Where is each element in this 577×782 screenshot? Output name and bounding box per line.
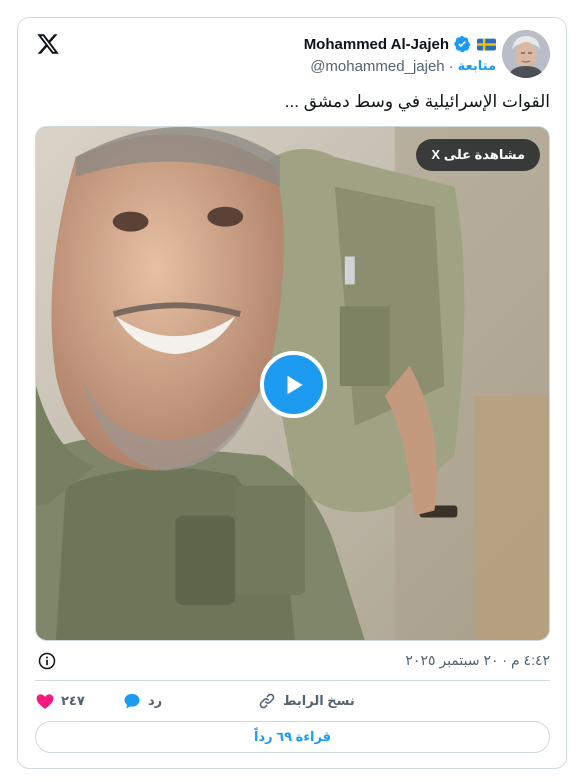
copy-link-label: نسخ الرابط bbox=[283, 693, 355, 708]
reply-bubble-icon bbox=[124, 693, 140, 709]
x-logo-icon[interactable] bbox=[36, 32, 60, 56]
play-button[interactable] bbox=[260, 351, 327, 418]
like-button[interactable]: ٢٤٧ bbox=[35, 689, 85, 713]
link-icon bbox=[259, 693, 275, 709]
play-icon bbox=[287, 375, 303, 394]
read-replies-button[interactable]: قراءة ٦٩ رداً bbox=[35, 721, 550, 753]
author-handle[interactable]: @mohammed_jajeh bbox=[310, 58, 444, 75]
follow-button[interactable]: متابعة bbox=[458, 58, 496, 74]
copy-link-button[interactable]: نسخ الرابط bbox=[257, 689, 355, 713]
watch-on-x-button[interactable]: مشاهدة على X bbox=[416, 139, 540, 171]
separator-dot: · bbox=[448, 57, 454, 75]
verified-badge-icon bbox=[454, 35, 471, 53]
author-name-row[interactable]: Mohammed Al-Jajeh bbox=[304, 34, 496, 54]
reply-button[interactable]: رد bbox=[122, 689, 162, 713]
avatar[interactable] bbox=[502, 30, 550, 78]
divider bbox=[35, 680, 550, 681]
reply-label: رد bbox=[148, 693, 163, 708]
info-icon[interactable] bbox=[37, 651, 57, 671]
video-media[interactable]: مشاهدة على X bbox=[35, 126, 550, 641]
heart-icon bbox=[36, 694, 54, 709]
tweet-actions: ٢٤٧ رد نسخ الرابط bbox=[35, 689, 550, 713]
tweet-timestamp[interactable]: ٤:٤٢ م · ٢٠ سبتمبر ٢٠٢٥ bbox=[405, 652, 550, 669]
like-count: ٢٤٧ bbox=[61, 693, 85, 708]
sweden-flag-icon bbox=[477, 38, 496, 50]
tweet-meta-row: ٤:٤٢ م · ٢٠ سبتمبر ٢٠٢٥ bbox=[35, 650, 550, 672]
embedded-tweet-card: Mohammed Al-Jajeh @mohammed_jajeh · متاب… bbox=[17, 17, 567, 769]
author-handle-row: @mohammed_jajeh · متابعة bbox=[310, 56, 496, 76]
tweet-text: القوات الإسرائيلية في وسط دمشق ... bbox=[284, 92, 550, 111]
avatar-image bbox=[502, 30, 550, 78]
display-name[interactable]: Mohammed Al-Jajeh bbox=[304, 36, 449, 53]
